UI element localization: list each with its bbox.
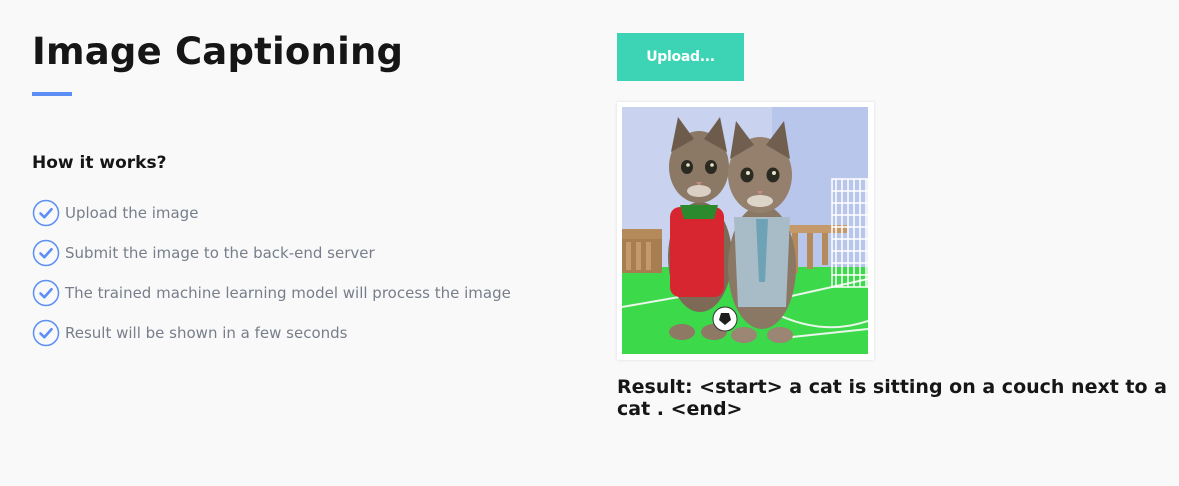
uploaded-image-preview [622,107,868,354]
step-label: The trained machine learning model will … [65,284,511,302]
step-item: Submit the image to the back-end server [32,233,511,273]
title-underline [32,92,72,96]
page: Image Captioning How it works? Upload th… [0,0,1179,486]
step-label: Result will be shown in a few seconds [65,324,348,342]
check-circle-icon [32,199,60,227]
steps-list: Upload the image Submit the image to the… [32,193,511,353]
step-label: Upload the image [65,204,199,222]
result-text: Result: <start> a cat is sitting on a co… [617,376,1174,420]
step-label: Submit the image to the back-end server [65,244,375,262]
check-circle-icon [32,279,60,307]
upload-button[interactable]: Upload... [617,33,744,81]
page-title: Image Captioning [32,30,404,73]
check-circle-icon [32,319,60,347]
image-preview-frame [617,102,874,360]
step-item: Result will be shown in a few seconds [32,313,511,353]
how-it-works-heading: How it works? [32,153,167,173]
check-circle-icon [32,239,60,267]
step-item: Upload the image [32,193,511,233]
step-item: The trained machine learning model will … [32,273,511,313]
